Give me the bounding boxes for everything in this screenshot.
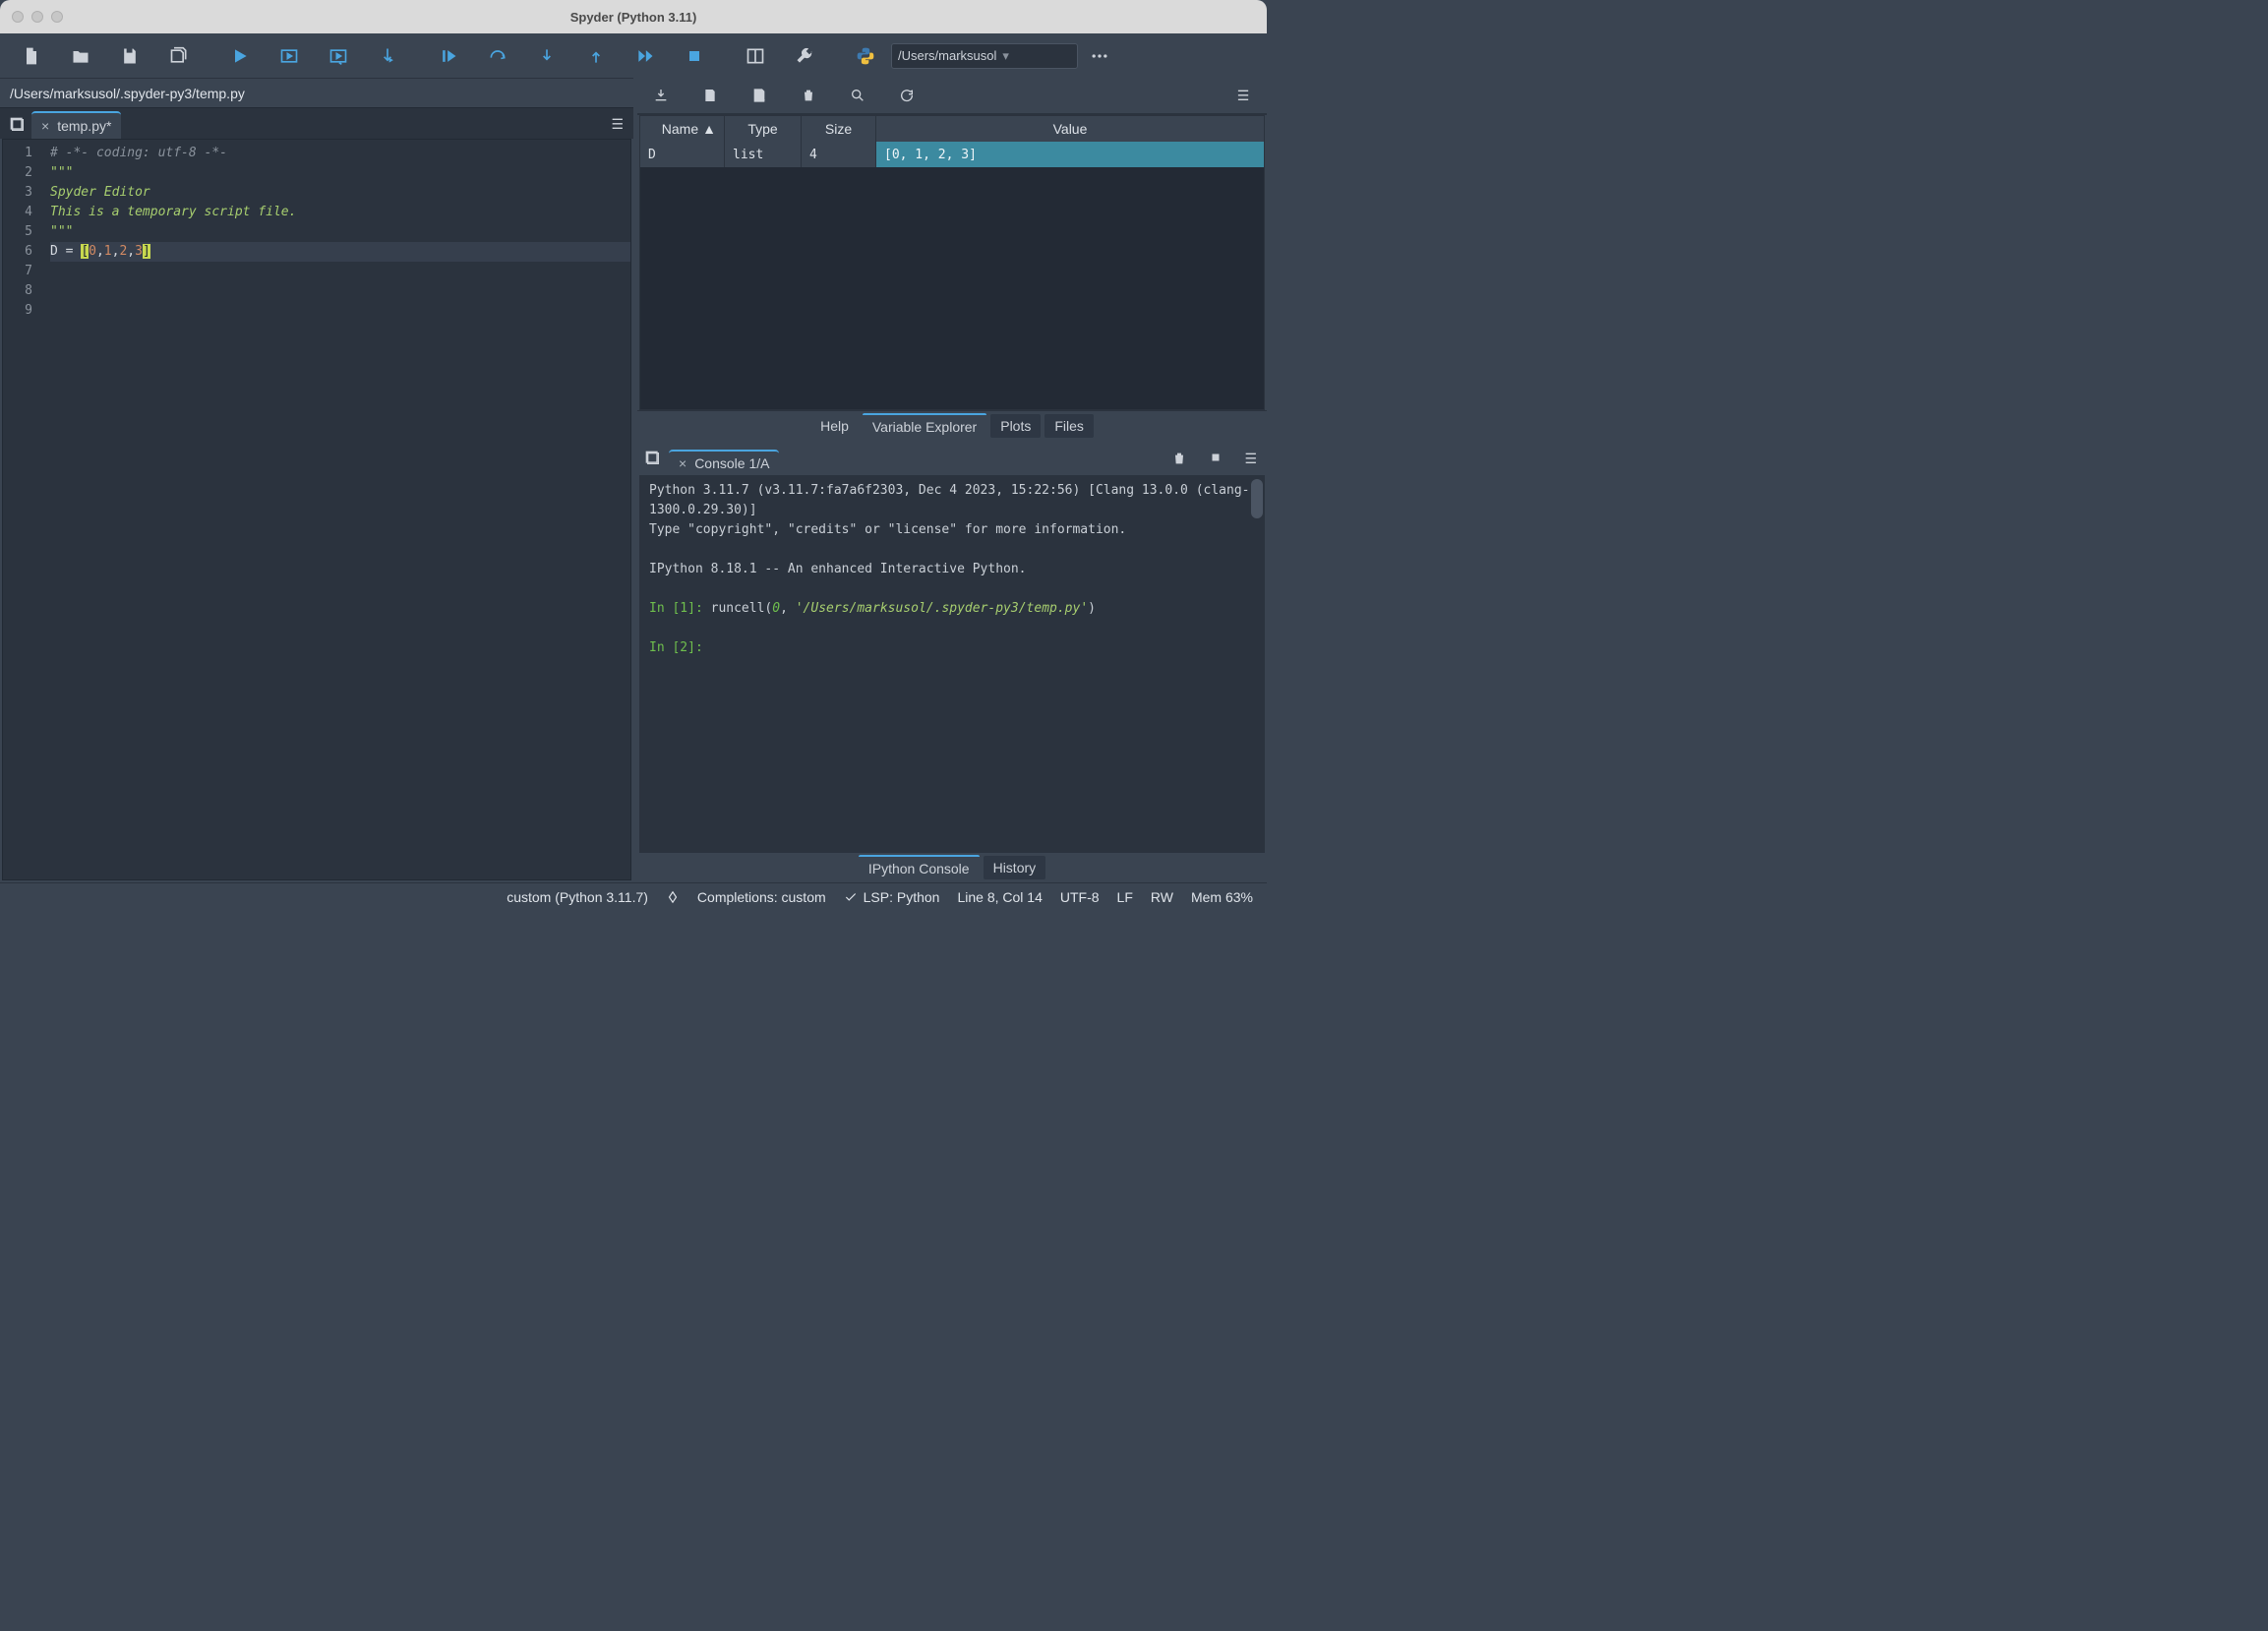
console-tab-bar: × Console 1/A [637, 446, 1267, 475]
run-cell-advance-button[interactable] [315, 37, 362, 75]
preferences-button[interactable] [781, 37, 828, 75]
save-data-as-icon[interactable] [749, 88, 769, 103]
ve-cell-type: list [725, 142, 802, 167]
editor-tab-bar: × temp.py* [0, 107, 633, 139]
new-file-button[interactable] [8, 37, 55, 75]
editor-tab-temp[interactable]: × temp.py* [31, 111, 121, 139]
code-editor[interactable]: 1 2 3 4 5 6 7 8 9 # -*- coding: utf-8 -*… [2, 139, 631, 880]
console-pane: × Console 1/A Python 3.11.7 (v3.11.7:fa7… [637, 446, 1267, 882]
console-bottom-tabs: IPython Console History [637, 853, 1267, 882]
ve-cell-size: 4 [802, 142, 876, 167]
ve-cell-name: D [640, 142, 725, 167]
code-area[interactable]: # -*- coding: utf-8 -*- """ Spyder Edito… [42, 140, 630, 879]
console-banner: Python 3.11.7 (v3.11.7:fa7a6f2303, Dec 4… [649, 481, 1255, 520]
window-controls [12, 11, 63, 23]
status-completions[interactable]: Completions: custom [697, 889, 826, 905]
status-kite[interactable] [666, 890, 680, 904]
save-all-button[interactable] [155, 37, 203, 75]
close-tab-icon[interactable]: × [41, 118, 49, 134]
console-scrollbar[interactable] [1251, 479, 1263, 518]
variable-explorer-table: Name▲ Type Size Value D list 4 [0, 1, 2,… [639, 115, 1265, 410]
editor-pane: /Users/marksusol/.spyder-py3/temp.py × t… [0, 78, 637, 882]
import-data-icon[interactable] [651, 88, 671, 103]
search-var-icon[interactable] [848, 88, 867, 103]
maximize-pane-button[interactable] [732, 37, 779, 75]
tab-variable-explorer[interactable]: Variable Explorer [863, 413, 986, 439]
window-title: Spyder (Python 3.11) [0, 10, 1267, 25]
console-output[interactable]: Python 3.11.7 (v3.11.7:fa7a6f2303, Dec 4… [639, 475, 1265, 853]
status-encoding[interactable]: UTF-8 [1060, 889, 1100, 905]
console-browse-icon[interactable] [645, 451, 669, 475]
ve-header-size[interactable]: Size [802, 116, 876, 142]
ve-empty-area [640, 167, 1264, 409]
ve-header-type[interactable]: Type [725, 116, 802, 142]
run-selection-button[interactable] [364, 37, 411, 75]
ve-header-name[interactable]: Name▲ [640, 116, 725, 142]
stop-debug-button[interactable] [671, 37, 718, 75]
minimize-window-button[interactable] [31, 11, 43, 23]
console-tab-label: Console 1/A [694, 455, 769, 471]
working-directory-combo[interactable]: /Users/marksusol ▾ [891, 43, 1078, 69]
step-over-button[interactable] [474, 37, 521, 75]
status-cursor[interactable]: Line 8, Col 14 [957, 889, 1042, 905]
right-pane: Name▲ Type Size Value D list 4 [0, 1, 2,… [637, 78, 1267, 882]
save-button[interactable] [106, 37, 153, 75]
toolbar-overflow-button[interactable] [1080, 46, 1119, 66]
ve-row[interactable]: D list 4 [0, 1, 2, 3] [640, 142, 1264, 167]
tab-files[interactable]: Files [1044, 414, 1094, 438]
step-into-button[interactable] [523, 37, 570, 75]
close-window-button[interactable] [12, 11, 24, 23]
save-data-icon[interactable] [700, 88, 720, 103]
tab-history[interactable]: History [984, 856, 1046, 879]
console-options-button[interactable] [1244, 451, 1257, 469]
tab-help[interactable]: Help [810, 414, 859, 438]
ve-header-value[interactable]: Value [876, 116, 1264, 142]
run-cell-button[interactable] [266, 37, 313, 75]
ve-toolbar [637, 78, 1267, 115]
console-tab[interactable]: × Console 1/A [669, 450, 779, 475]
sort-asc-icon: ▲ [702, 121, 716, 137]
zoom-window-button[interactable] [51, 11, 63, 23]
editor-tab-label: temp.py* [57, 118, 111, 134]
chevron-down-icon: ▾ [1002, 48, 1009, 64]
current-line: D = [0,1,2,3] [50, 242, 630, 262]
continue-button[interactable] [622, 37, 669, 75]
close-console-icon[interactable]: × [679, 455, 686, 471]
breadcrumb: /Users/marksusol/.spyder-py3/temp.py [0, 78, 633, 107]
interrupt-kernel-icon[interactable] [1209, 451, 1223, 469]
editor-options-button[interactable] [611, 116, 633, 139]
file-switcher-icon[interactable] [4, 117, 31, 139]
main-toolbar: /Users/marksusol ▾ [0, 33, 1267, 78]
status-eol[interactable]: LF [1117, 889, 1133, 905]
line-number-gutter: 1 2 3 4 5 6 7 8 9 [3, 140, 42, 879]
status-bar: custom (Python 3.11.7) Completions: cust… [0, 882, 1267, 910]
status-lsp[interactable]: LSP: Python [844, 889, 940, 905]
status-interpreter[interactable]: custom (Python 3.11.7) [507, 889, 648, 905]
delete-var-icon[interactable] [799, 88, 818, 103]
ve-cell-value: [0, 1, 2, 3] [876, 142, 1264, 167]
tab-plots[interactable]: Plots [990, 414, 1041, 438]
ve-header-row: Name▲ Type Size Value [640, 116, 1264, 142]
tab-ipython-console[interactable]: IPython Console [859, 855, 980, 880]
working-directory-text: /Users/marksusol [898, 48, 996, 63]
remove-console-icon[interactable] [1171, 451, 1187, 469]
window-titlebar: Spyder (Python 3.11) [0, 0, 1267, 33]
open-file-button[interactable] [57, 37, 104, 75]
status-permissions[interactable]: RW [1151, 889, 1173, 905]
refresh-icon[interactable] [897, 88, 917, 103]
step-out-button[interactable] [572, 37, 620, 75]
ve-options-button[interactable] [1233, 88, 1253, 104]
status-memory[interactable]: Mem 63% [1191, 889, 1253, 905]
python-path-button[interactable] [842, 37, 889, 75]
right-upper-tabs: Help Variable Explorer Plots Files [637, 410, 1267, 440]
debug-button[interactable] [425, 37, 472, 75]
main-content: /Users/marksusol/.spyder-py3/temp.py × t… [0, 78, 1267, 882]
run-button[interactable] [216, 37, 264, 75]
